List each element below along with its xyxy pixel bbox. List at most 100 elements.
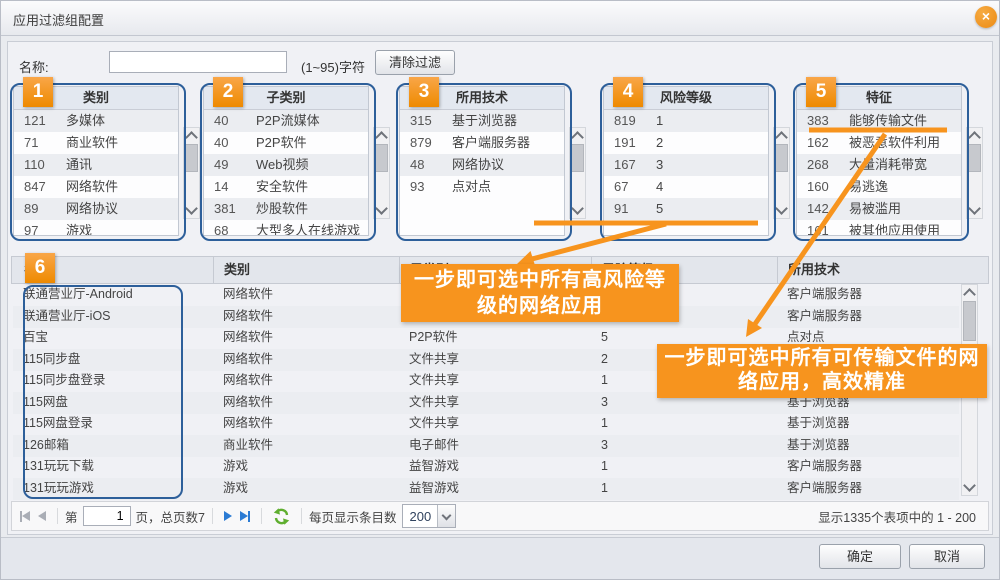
list-item[interactable]: 68大型多人在线游戏	[204, 220, 368, 236]
callout-risk-level: 一步即可选中所有高风险等级的网络应用	[401, 264, 679, 322]
scroll-down-icon[interactable]	[184, 202, 199, 218]
table-row[interactable]: 131玩玩游戏游戏益智游戏1客户端服务器	[13, 478, 959, 500]
cancel-button[interactable]: 取消	[909, 544, 985, 569]
item-count: 315	[400, 110, 452, 132]
cell-category: 网络软件	[213, 306, 399, 328]
list-item[interactable]: 674	[604, 176, 768, 198]
name-label: 名称:	[19, 57, 49, 76]
item-count: 879	[400, 132, 452, 154]
list-item[interactable]: 8191	[604, 110, 768, 132]
step-badge-3: 3	[409, 77, 439, 107]
list-item[interactable]: 142易被滥用	[797, 198, 961, 220]
prev-page-icon[interactable]	[38, 511, 46, 521]
scrollbar-thumb[interactable]	[185, 144, 198, 172]
scrollbar-risk-level[interactable]	[773, 127, 790, 219]
item-label: P2P流媒体	[256, 113, 320, 128]
list-item[interactable]: 162被恶意软件利用	[797, 132, 961, 154]
scroll-down-icon[interactable]	[374, 202, 389, 218]
list-item[interactable]: 847网络软件	[14, 176, 178, 198]
list-item[interactable]: 915	[604, 198, 768, 220]
scrollbar-thumb[interactable]	[968, 144, 981, 172]
column-header-category[interactable]: 类别	[214, 257, 400, 283]
table-row[interactable]: 131玩玩下载游戏益智游戏1客户端服务器	[13, 456, 959, 478]
list-item[interactable]: 14安全软件	[204, 176, 368, 198]
list-item[interactable]: 161被其他应用使用	[797, 220, 961, 236]
scroll-down-icon[interactable]	[570, 202, 585, 218]
list-item[interactable]: 879客户端服务器	[400, 132, 564, 154]
table-row[interactable]: 115网盘登录网络软件文件共享1基于浏览器	[13, 413, 959, 435]
scrollbar-feature[interactable]	[966, 127, 983, 219]
item-label: 点对点	[452, 179, 491, 194]
scrollbar-thumb[interactable]	[775, 144, 788, 172]
list-item[interactable]: 1912	[604, 132, 768, 154]
item-count: 162	[797, 132, 849, 154]
item-count: 71	[14, 132, 66, 154]
scrollbar-subcategory[interactable]	[373, 127, 390, 219]
chevron-down-icon[interactable]	[437, 505, 455, 527]
list-item[interactable]: 97游戏	[14, 220, 178, 236]
name-input[interactable]	[109, 51, 287, 73]
cell-subcategory: P2P软件	[399, 327, 591, 349]
cell-category: 游戏	[213, 478, 399, 500]
scrollbar-thumb[interactable]	[963, 301, 976, 341]
scrollbar-category[interactable]	[183, 127, 200, 219]
cell-risk: 1	[591, 456, 777, 478]
item-count: 40	[204, 110, 256, 132]
list-item[interactable]: 71商业软件	[14, 132, 178, 154]
step-badge-2: 2	[213, 77, 243, 107]
last-page-icon[interactable]	[240, 511, 250, 522]
scroll-up-icon[interactable]	[967, 128, 982, 144]
scroll-up-icon[interactable]	[374, 128, 389, 144]
list-item[interactable]: 89网络协议	[14, 198, 178, 220]
list-item[interactable]: 315基于浏览器	[400, 110, 564, 132]
list-item[interactable]: 1673	[604, 154, 768, 176]
list-item[interactable]: 268大量消耗带宽	[797, 154, 961, 176]
panel-risk-level: 风险等级 8191 1912 1673 674 915	[603, 86, 769, 236]
list-item[interactable]: 121多媒体	[14, 110, 178, 132]
step-badge-5: 5	[806, 77, 836, 107]
scroll-up-icon[interactable]	[962, 285, 977, 301]
item-count: 121	[14, 110, 66, 132]
scrollbar-thumb[interactable]	[571, 144, 584, 172]
scroll-down-icon[interactable]	[774, 202, 789, 218]
scroll-up-icon[interactable]	[774, 128, 789, 144]
scroll-down-icon[interactable]	[967, 202, 982, 218]
list-item[interactable]: 383能够传输文件	[797, 110, 961, 132]
clear-filter-button[interactable]: 清除过滤	[375, 50, 455, 75]
scroll-up-icon[interactable]	[570, 128, 585, 144]
item-label: 被恶意软件利用	[849, 135, 940, 150]
scroll-down-icon[interactable]	[962, 479, 977, 495]
item-count: 819	[604, 110, 656, 132]
list-item[interactable]: 49Web视频	[204, 154, 368, 176]
scroll-up-icon[interactable]	[184, 128, 199, 144]
cell-category: 网络软件	[213, 327, 399, 349]
per-page-select[interactable]: 200	[402, 504, 456, 528]
refresh-icon[interactable]	[273, 508, 290, 525]
step-badge-6: 6	[25, 253, 55, 283]
ok-button[interactable]: 确定	[819, 544, 901, 569]
close-icon[interactable]: ×	[975, 6, 997, 28]
list-item[interactable]: 381炒股软件	[204, 198, 368, 220]
item-label: 基于浏览器	[452, 113, 517, 128]
list-item[interactable]: 40P2P软件	[204, 132, 368, 154]
panel-technology: 所用技术 315基于浏览器 879客户端服务器 48网络协议 93点对点	[399, 86, 565, 236]
page-number-input[interactable]	[83, 506, 131, 526]
column-header-technology[interactable]: 所用技术	[778, 257, 968, 283]
item-count: 268	[797, 154, 849, 176]
first-page-icon[interactable]	[20, 511, 30, 522]
next-page-icon[interactable]	[224, 511, 232, 521]
cell-name: 131玩玩下载	[13, 456, 213, 478]
item-count: 97	[14, 220, 66, 236]
cell-name: 115同步盘	[13, 349, 213, 371]
item-count: 142	[797, 198, 849, 220]
list-item[interactable]: 160易逃逸	[797, 176, 961, 198]
scrollbar-technology[interactable]	[569, 127, 586, 219]
list-item[interactable]: 48网络协议	[400, 154, 564, 176]
list-item[interactable]: 40P2P流媒体	[204, 110, 368, 132]
list-item[interactable]: 93点对点	[400, 176, 564, 198]
list-item[interactable]: 110通讯	[14, 154, 178, 176]
table-row[interactable]: 126邮箱商业软件电子邮件3基于浏览器	[13, 435, 959, 457]
item-count: 48	[400, 154, 452, 176]
item-label: 1	[656, 113, 663, 128]
scrollbar-thumb[interactable]	[375, 144, 388, 172]
